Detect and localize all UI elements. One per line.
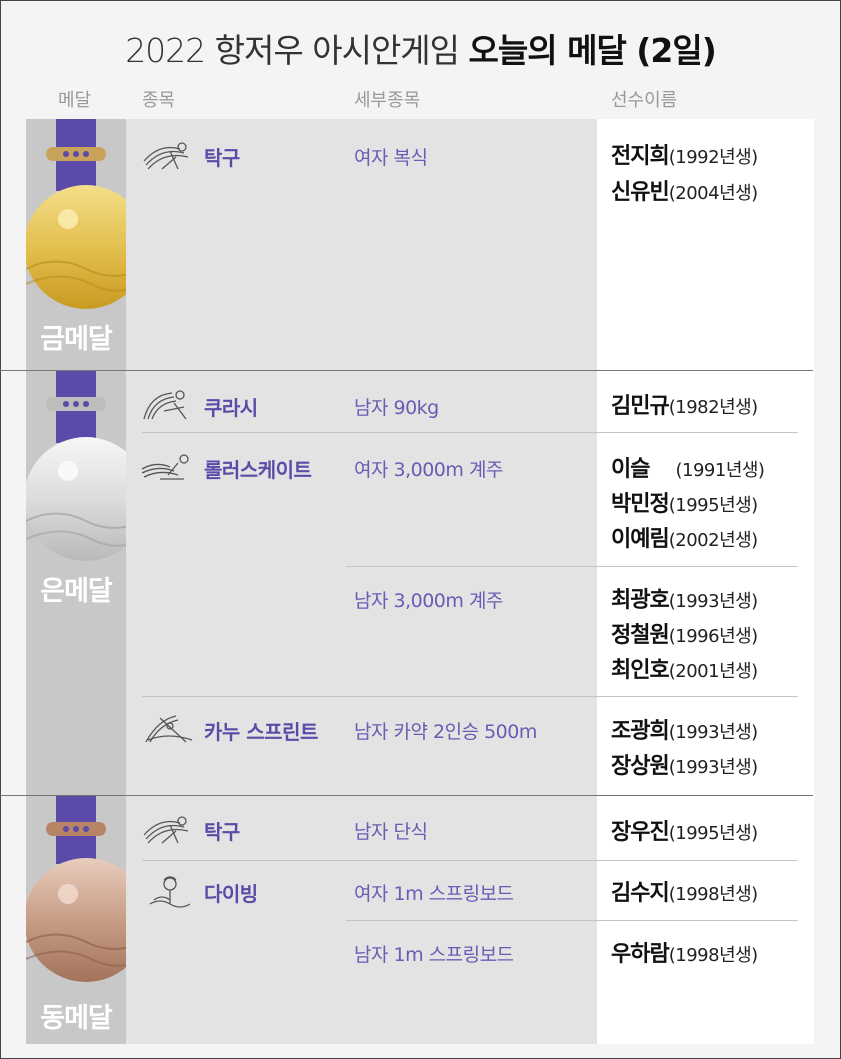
bronze-medal-icon: [26, 796, 126, 982]
athlete-name: 장우진(1995년생): [611, 820, 758, 845]
header-athlete: 선수이름: [611, 90, 678, 111]
athlete-name: 김수지(1998년생): [611, 881, 758, 906]
table-tennis-icon: [143, 816, 189, 844]
athlete-name: 이예림(2002년생): [611, 527, 758, 552]
gold-label: 금메달: [40, 324, 113, 355]
event-label: 여자 1m 스프링보드: [354, 883, 514, 905]
sport-label: 다이빙: [204, 882, 258, 906]
roller-skating-icon: [141, 454, 189, 480]
athlete-name: 조광희(1993년생): [611, 719, 758, 744]
title-bold: 오늘의 메달 (2일): [468, 31, 717, 70]
athlete-name: 장상원(1993년생): [611, 754, 758, 779]
sport-label: 탁구: [204, 820, 240, 844]
event-label: 남자 1m 스프링보드: [354, 944, 514, 966]
sport-label: 롤러스케이트: [204, 458, 312, 482]
header-sport: 종목: [142, 90, 176, 111]
event-label: 남자 90kg: [354, 397, 439, 419]
row-divider: [346, 566, 798, 567]
sport-label: 카누 스프린트: [204, 720, 318, 744]
athlete-name: 김민규(1982년생): [611, 394, 758, 419]
header-medal: 메달: [58, 90, 92, 111]
diving-icon: [149, 876, 191, 908]
silver-label: 은메달: [40, 576, 113, 607]
event-label: 남자 3,000m 계주: [354, 590, 503, 612]
event-label: 여자 3,000m 계주: [354, 459, 503, 481]
athlete-name: 신유빈(2004년생): [611, 180, 758, 205]
athlete-name: 전지희(1992년생): [611, 144, 758, 169]
athlete-name: 박민정(1995년생): [611, 492, 758, 517]
header-event: 세부종목: [354, 90, 421, 111]
row-divider: [142, 432, 798, 433]
event-label: 남자 단식: [354, 821, 428, 843]
row-divider: [346, 920, 798, 921]
athlete-name: 우하람(1998년생): [611, 942, 758, 967]
athlete-name: 최인호(2001년생): [611, 658, 758, 683]
page-title: 2022 항저우 아시안게임 오늘의 메달 (2일): [0, 24, 841, 72]
row-divider: [142, 696, 798, 697]
sport-label: 쿠라시: [204, 396, 258, 420]
event-label: 남자 카약 2인승 500m: [354, 721, 537, 743]
athlete-name: 이슬 (1991년생): [611, 457, 765, 482]
bronze-label: 동메달: [40, 1003, 113, 1034]
row-divider: [142, 860, 798, 861]
title-light: 2022 항저우 아시안게임: [125, 31, 460, 70]
canoe-sprint-icon: [145, 715, 193, 743]
athlete-name: 정철원(1996년생): [611, 623, 758, 648]
sport-label: 탁구: [204, 146, 240, 170]
table-tennis-icon: [143, 142, 189, 170]
event-label: 여자 복식: [354, 147, 428, 169]
athlete-name: 최광호(1993년생): [611, 588, 758, 613]
kurash-icon: [143, 390, 187, 420]
